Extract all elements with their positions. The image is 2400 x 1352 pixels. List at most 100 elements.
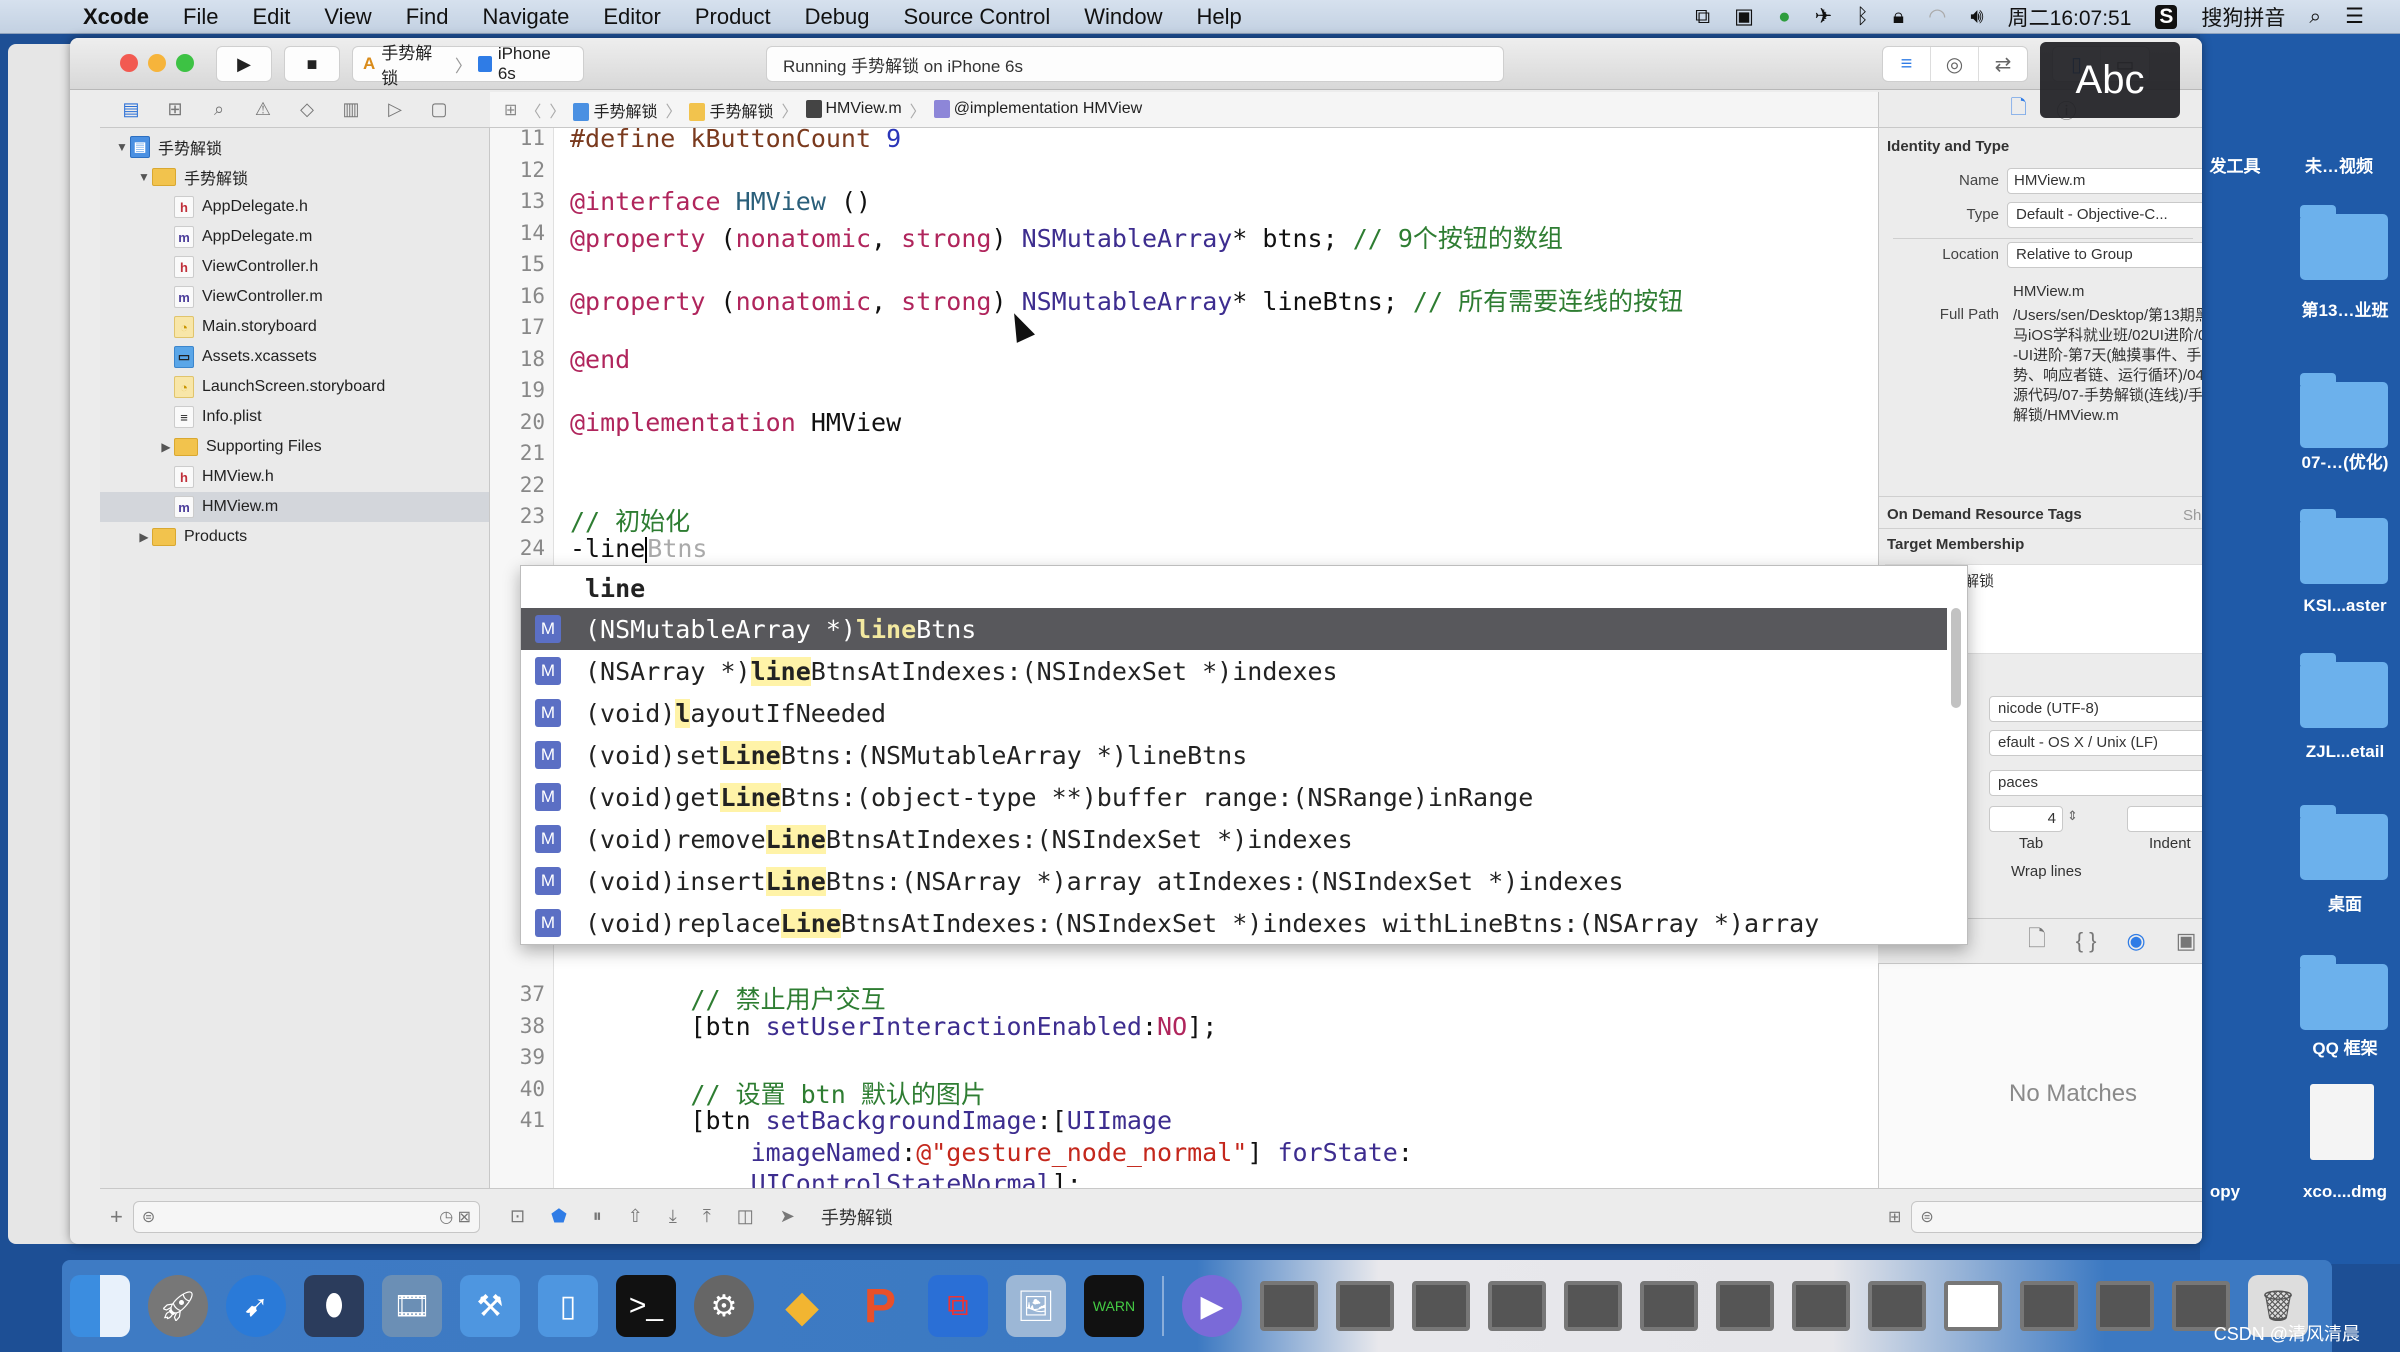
minimized-window[interactable] (1412, 1281, 1470, 1331)
code-line[interactable]: [btn setUserInteractionEnabled:NO]; (570, 1012, 1217, 1041)
menu-source-control[interactable]: Source Control (887, 4, 1068, 30)
desktop-item-label[interactable]: 第13…业班 (2280, 296, 2400, 321)
disclosure-open-icon[interactable]: ▼ (114, 140, 130, 154)
code-line[interactable]: @property (nonatomic, strong) NSMutableA… (570, 282, 1683, 318)
minimized-window[interactable] (2096, 1281, 2154, 1331)
input-method-icon[interactable]: S (2155, 4, 2178, 29)
breakpoints-toggle-icon[interactable]: ⬟ (551, 1206, 567, 1227)
minimized-window[interactable] (1260, 1281, 1318, 1331)
minimized-window[interactable] (1336, 1281, 1394, 1331)
system-preferences-icon[interactable]: ⚙ (694, 1275, 754, 1337)
menu-xcode[interactable]: Xcode (66, 4, 166, 30)
mouse-app-icon[interactable]: ⬮ (304, 1275, 364, 1337)
desktop-item-label[interactable]: 07-…(优化) (2280, 448, 2400, 473)
simulate-location-icon[interactable]: ➤ (780, 1206, 795, 1227)
navigator-item[interactable]: ▼ 手势解锁 (100, 162, 489, 192)
folder-icon[interactable] (2300, 955, 2388, 1030)
minimized-window[interactable] (1716, 1281, 1774, 1331)
code-line[interactable]: -lineBtns (570, 534, 707, 563)
navigator-item[interactable]: ▭ Assets.xcassets (100, 342, 489, 372)
back-button[interactable]: 〈 (525, 98, 541, 122)
code-line[interactable]: [btn setBackgroundImage:[UIImage (570, 1106, 1172, 1135)
code-line[interactable]: UIControlStateNormal]; (570, 1169, 1082, 1188)
notification-center-icon[interactable]: ☰ (2345, 4, 2364, 29)
forward-button[interactable]: 〉 (549, 98, 565, 122)
clock[interactable]: 周二16:07:51 (2008, 2, 2132, 32)
sketch-icon[interactable]: ◆ (772, 1275, 832, 1337)
assistant-editor-icon[interactable]: ◎ (1931, 47, 1979, 81)
target-label[interactable]: 手势解锁 (821, 1204, 893, 1230)
menu-product[interactable]: Product (678, 4, 788, 30)
airplane-icon[interactable]: ✈ (1815, 4, 1833, 29)
menu-window[interactable]: Window (1067, 4, 1179, 30)
disclosure-open-icon[interactable]: ▼ (136, 170, 152, 184)
scheme-selector[interactable]: A 手势解锁 〉 iPhone 6s (352, 44, 584, 88)
file-template-library-icon[interactable]: 🗋︎ (2028, 922, 2046, 960)
desktop-item-label[interactable]: KSI...aster (2280, 596, 2400, 616)
standard-editor-icon[interactable]: ≡ (1883, 47, 1931, 81)
line-endings-select[interactable]: efault - OS X / Unix (LF)⇕ (1989, 730, 2202, 756)
spotlight-icon[interactable]: ⌕ (2309, 5, 2321, 29)
tab-width-field[interactable]: 4 (1989, 806, 2063, 832)
wrap-lines-checkbox[interactable]: Wrap lines (2011, 862, 2082, 882)
test-navigator-icon[interactable]: ◇ (288, 99, 326, 120)
editor-mode-control[interactable]: ≡ ◎ ⇄ (1882, 46, 2028, 82)
player-status-icon[interactable]: ● (1778, 5, 1791, 29)
folder-icon[interactable] (2300, 205, 2388, 280)
code-line[interactable]: #define kButtonCount 9 (570, 128, 901, 153)
lock-icon[interactable]: 🔒︎ (1893, 5, 1904, 29)
breadcrumb-group[interactable]: 手势解锁 (689, 98, 773, 122)
folder-icon[interactable] (2300, 509, 2388, 584)
simulator-icon[interactable]: ▯ (538, 1275, 598, 1337)
completion-item[interactable]: M (void)replace Line BtnsAtIndexes:(NSIndex… (521, 902, 1947, 944)
disclosure-closed-icon[interactable]: ▶ (136, 530, 152, 544)
navigator-item[interactable]: m AppDelegate.m (100, 222, 489, 252)
code-line[interactable]: imageNamed:@"gesture_node_normal"] forSt… (570, 1138, 1413, 1167)
navigator-item[interactable]: ≡ Info.plist (100, 402, 489, 432)
minimized-window[interactable] (1792, 1281, 1850, 1331)
indent-using-select[interactable]: paces⇕ (1989, 770, 2202, 796)
navigator-item[interactable]: m HMView.m (100, 492, 489, 522)
library-filter-input[interactable]: ⊜ (1911, 1200, 2202, 1233)
grid-view-icon[interactable]: ⊞ (1888, 1207, 1901, 1227)
completion-item[interactable]: M (void) l ayoutIfNeeded (521, 692, 1947, 734)
completion-item[interactable]: M (NSArray *) line BtnsAtIndexes:(NSIndexSe… (521, 650, 1947, 692)
folder-icon[interactable] (2300, 373, 2388, 448)
recent-files-icon[interactable]: ◷ ⊠ (439, 1207, 471, 1227)
navigator-item[interactable]: h AppDelegate.h (100, 192, 489, 222)
minimize-window-button[interactable] (148, 54, 166, 72)
screen-record-icon[interactable]: ▣ (1734, 4, 1754, 29)
launchpad-icon[interactable]: 🚀︎ (148, 1275, 208, 1337)
powerpoint-icon[interactable]: P (850, 1275, 910, 1337)
disclosure-closed-icon[interactable]: ▶ (158, 440, 174, 454)
menu-editor[interactable]: Editor (586, 4, 677, 30)
code-line[interactable]: @interface HMView () (570, 187, 871, 216)
hide-debug-area-icon[interactable]: ⊡ (510, 1206, 525, 1227)
menu-debug[interactable]: Debug (788, 4, 887, 30)
desktop-item-label[interactable]: QQ 框架 (2280, 1034, 2400, 1059)
desktop-item-label[interactable]: ZJL...etail (2280, 742, 2400, 762)
zoom-window-button[interactable] (176, 54, 194, 72)
navigator-item[interactable]: m ViewController.m (100, 282, 489, 312)
step-into-icon[interactable]: ⤓ (669, 1206, 677, 1227)
desktop-item-label[interactable]: xco....dmg (2280, 1182, 2400, 1202)
console-icon[interactable]: WARN (1084, 1275, 1144, 1337)
code-line[interactable]: @end (570, 345, 630, 374)
odr-show-button[interactable]: Show (2183, 506, 2202, 526)
debug-navigator-icon[interactable]: ▥ (332, 99, 370, 120)
navigator-item[interactable]: h HMView.h (100, 462, 489, 492)
finder-icon[interactable] (70, 1275, 130, 1337)
add-icon[interactable]: + (110, 1204, 123, 1230)
completion-item[interactable]: M (NSMutableArray *) line Btns (521, 608, 1947, 650)
navigator-item[interactable]: ◔ LaunchScreen.storyboard (100, 372, 489, 402)
menu-navigate[interactable]: Navigate (466, 4, 587, 30)
safari-icon[interactable]: ➹ (226, 1275, 286, 1337)
tab-width-stepper[interactable]: ⇕ (2067, 808, 2078, 824)
minimized-window[interactable] (1564, 1281, 1622, 1331)
related-items-icon[interactable]: ⊞ (504, 100, 517, 120)
breadcrumb-symbol[interactable]: @implementation HMView (933, 100, 1142, 119)
completion-scrollbar[interactable] (1951, 608, 1961, 708)
encoding-select[interactable]: nicode (UTF-8)⇕ (1989, 696, 2202, 722)
file-inspector-icon[interactable]: 🗋︎ (2010, 93, 2026, 127)
wifi-icon[interactable]: ◠ (1928, 4, 1946, 29)
